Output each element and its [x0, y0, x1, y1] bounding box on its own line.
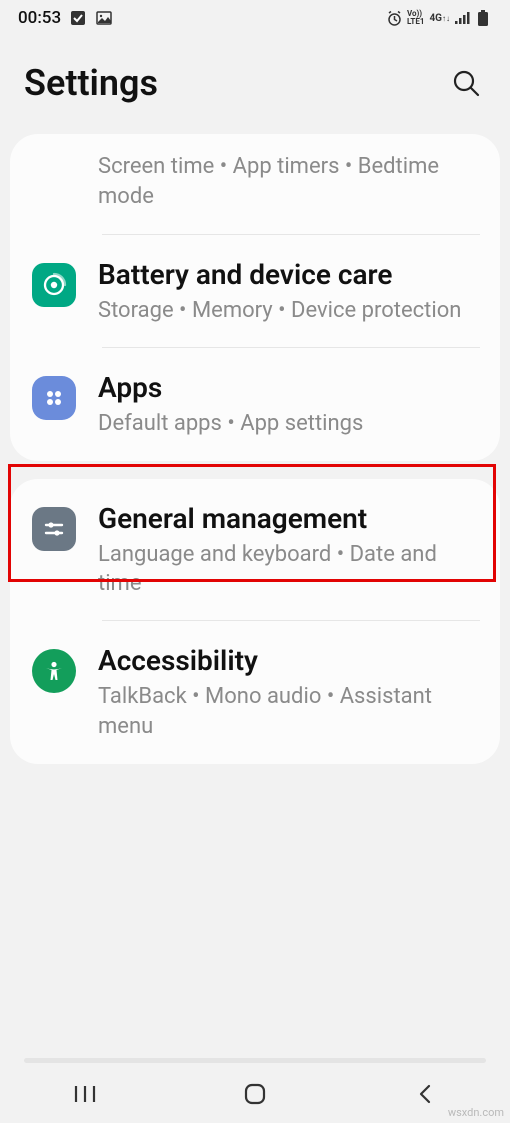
settings-item-accessibility[interactable]: Accessibility TalkBack • Mono audio • As… — [10, 621, 500, 763]
signal-icon — [453, 9, 471, 27]
back-icon — [416, 1083, 434, 1105]
item-title: General management — [98, 501, 478, 536]
battery-care-icon — [32, 263, 76, 307]
item-subtitle: Language and keyboard • Date and time — [98, 540, 478, 599]
status-time: 00:53 — [18, 8, 61, 28]
item-text: General management Language and keyboard… — [98, 501, 478, 599]
settings-item-general[interactable]: General management Language and keyboard… — [10, 479, 500, 621]
volte-icon: Vo))LTE1 — [407, 10, 425, 26]
header: Settings — [0, 36, 510, 134]
alarm-icon — [386, 9, 404, 27]
home-button[interactable] — [215, 1074, 295, 1114]
item-subtitle: Storage • Memory • Device protection — [98, 296, 478, 326]
page-title: Settings — [24, 62, 158, 104]
status-right: Vo))LTE1 4G↑↓ — [386, 9, 492, 27]
settings-card-2: General management Language and keyboard… — [10, 479, 500, 764]
search-icon — [451, 68, 481, 98]
4g-icon: 4G↑↓ — [429, 13, 450, 24]
settings-card-1: Screen time • App timers • Bedtime mode … — [10, 134, 500, 461]
item-subtitle: Screen time • App timers • Bedtime mode — [98, 152, 478, 211]
settings-item-apps[interactable]: Apps Default apps • App settings — [10, 348, 500, 461]
checkbox-icon — [69, 9, 87, 27]
item-text: Apps Default apps • App settings — [98, 370, 478, 439]
settings-item-digital-wellbeing[interactable]: Screen time • App timers • Bedtime mode — [10, 134, 500, 235]
battery-status-icon — [474, 9, 492, 27]
home-icon — [244, 1083, 266, 1105]
item-title: Accessibility — [98, 643, 478, 678]
scroll-indicator — [24, 1058, 486, 1063]
item-title: Battery and device care — [98, 257, 478, 292]
watermark: wsxdn.com — [448, 1106, 504, 1119]
image-icon — [95, 9, 113, 27]
search-button[interactable] — [446, 63, 486, 103]
recents-icon — [73, 1084, 97, 1104]
item-text: Accessibility TalkBack • Mono audio • As… — [98, 643, 478, 741]
settings-item-battery[interactable]: Battery and device care Storage • Memory… — [10, 235, 500, 348]
general-management-icon — [32, 507, 76, 551]
item-subtitle: TalkBack • Mono audio • Assistant menu — [98, 682, 478, 741]
apps-icon — [32, 376, 76, 420]
item-title: Apps — [98, 370, 478, 405]
item-text: Battery and device care Storage • Memory… — [98, 257, 478, 326]
navigation-bar — [0, 1065, 510, 1123]
status-left: 00:53 — [18, 8, 113, 28]
accessibility-icon — [32, 649, 76, 693]
status-bar: 00:53 Vo))LTE1 4G↑↓ — [0, 0, 510, 36]
item-text: Screen time • App timers • Bedtime mode — [98, 152, 478, 211]
recents-button[interactable] — [45, 1074, 125, 1114]
item-subtitle: Default apps • App settings — [98, 409, 478, 439]
